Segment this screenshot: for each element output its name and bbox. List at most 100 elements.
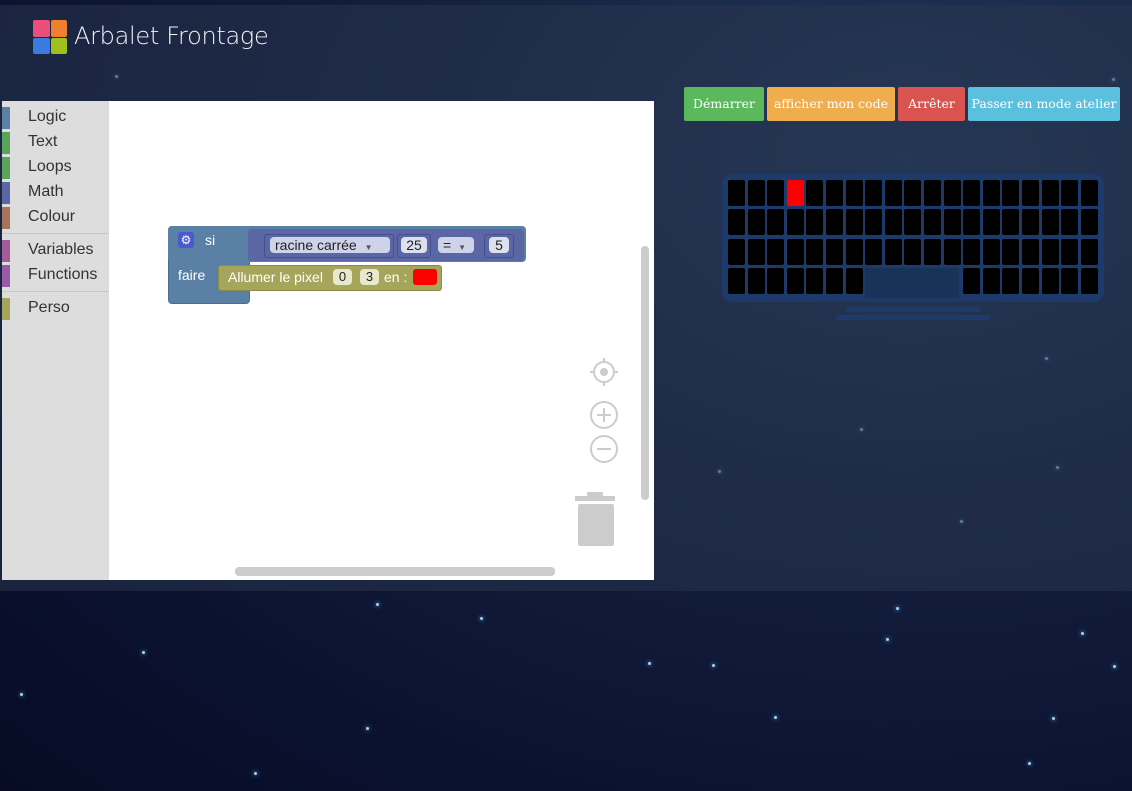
zoom-out-icon[interactable] <box>589 434 619 464</box>
number-field-25[interactable]: 25 <box>401 237 427 253</box>
category-label: Logic <box>28 108 67 125</box>
facade-entrance <box>865 268 959 298</box>
facade-pixel <box>884 238 902 265</box>
stop-button[interactable]: Arrêter <box>898 87 965 121</box>
category-label: Loops <box>28 158 72 175</box>
facade-pixel <box>982 267 1000 294</box>
facade-pixel <box>845 209 863 236</box>
facade-pixel <box>826 267 843 294</box>
operator-dropdown[interactable]: = ▼ <box>438 237 474 253</box>
facade-pixel <box>943 209 961 236</box>
facade-pixel <box>1002 209 1020 236</box>
category-label: Variables <box>28 241 94 258</box>
facade-pixel <box>767 209 785 236</box>
facade-pixel <box>865 238 883 265</box>
facade-pixel <box>943 180 961 206</box>
toolbox-separator <box>2 291 109 292</box>
facade-pixel <box>786 180 804 206</box>
category-label: Math <box>28 183 64 200</box>
facade-pixel <box>728 209 745 236</box>
facade-pixel <box>786 238 804 265</box>
start-button[interactable]: Démarrer <box>684 87 764 121</box>
facade-pixel <box>1080 209 1098 236</box>
facade-pixel <box>826 180 843 206</box>
pixel-y-field[interactable]: 3 <box>360 269 379 285</box>
facade-pixel <box>1022 267 1039 294</box>
category-color-bar <box>2 107 10 129</box>
toolbox-separator <box>2 233 109 234</box>
trash-icon[interactable] <box>575 492 615 547</box>
facade-pixel <box>1002 238 1020 265</box>
facade-pixel <box>1080 267 1098 294</box>
facade-pixel <box>1061 267 1079 294</box>
category-color-bar <box>2 265 10 287</box>
toolbox-category-colour[interactable]: Colour <box>2 204 109 229</box>
function-dropdown[interactable]: racine carrée ▼ <box>270 237 390 253</box>
horizontal-scrollbar[interactable] <box>235 567 555 576</box>
blockly-workspace[interactable]: Logic Text Loops Math Colour Variables F… <box>2 101 654 580</box>
if-label: si <box>205 232 216 248</box>
gear-icon[interactable]: ⚙ <box>178 232 194 248</box>
facade-pixel <box>1080 180 1098 206</box>
facade-pixel <box>1041 267 1059 294</box>
facade-pixel <box>904 209 922 236</box>
toolbox: Logic Text Loops Math Colour Variables F… <box>2 101 109 580</box>
toolbox-category-text[interactable]: Text <box>2 129 109 154</box>
category-label: Functions <box>28 266 98 283</box>
toolbox-category-loops[interactable]: Loops <box>2 154 109 179</box>
facade-pixel <box>865 180 883 206</box>
facade-pixel <box>747 209 765 236</box>
facade-pixel <box>1002 267 1020 294</box>
facade-pixel <box>747 238 765 265</box>
category-color-bar <box>2 298 10 320</box>
simulator-base <box>836 315 991 320</box>
facade-pixel <box>943 238 961 265</box>
facade-pixel <box>826 209 843 236</box>
facade-pixel <box>865 209 883 236</box>
simulator-base <box>846 307 981 312</box>
function-dropdown-value: racine carrée <box>275 237 357 253</box>
vertical-scrollbar[interactable] <box>641 246 649 500</box>
facade-pixel <box>924 209 941 236</box>
facade-pixel <box>1022 180 1039 206</box>
facade-pixel <box>1061 209 1079 236</box>
category-color-bar <box>2 132 10 154</box>
toolbox-category-variables[interactable]: Variables <box>2 237 109 262</box>
facade-pixel <box>786 267 804 294</box>
facade-pixel <box>747 267 765 294</box>
facade-pixel <box>767 180 785 206</box>
facade-pixel <box>728 267 745 294</box>
operator-value: = <box>443 237 452 253</box>
toolbox-category-logic[interactable]: Logic <box>2 104 109 129</box>
recenter-icon[interactable] <box>589 357 619 387</box>
toolbox-category-perso[interactable]: Perso <box>2 295 109 320</box>
facade-pixel <box>924 238 941 265</box>
number-field-5[interactable]: 5 <box>489 237 509 253</box>
zoom-in-icon[interactable] <box>589 400 619 430</box>
facade-pixel <box>845 267 863 294</box>
pixel-color-label: en : <box>384 269 408 285</box>
app-title: Arbalet Frontage <box>74 22 269 50</box>
toolbox-category-math[interactable]: Math <box>2 179 109 204</box>
facade-pixel <box>806 209 824 236</box>
facade-pixel <box>806 238 824 265</box>
workshop-mode-button[interactable]: Passer en mode atelier <box>968 87 1120 121</box>
toolbox-category-functions[interactable]: Functions <box>2 262 109 287</box>
do-label: faire <box>178 267 206 283</box>
facade-pixel <box>806 267 824 294</box>
facade-pixel <box>982 209 1000 236</box>
facade-pixel <box>845 238 863 265</box>
pixel-color-picker[interactable] <box>413 269 437 285</box>
category-color-bar <box>2 207 10 229</box>
facade-pixel <box>982 180 1000 206</box>
facade-pixel <box>884 180 902 206</box>
category-label: Text <box>28 133 58 150</box>
show-code-button[interactable]: afficher mon code <box>767 87 895 121</box>
facade-pixel <box>826 238 843 265</box>
facade-pixel <box>1022 209 1039 236</box>
pixel-x-field[interactable]: 0 <box>333 269 352 285</box>
dropdown-arrow-icon: ▼ <box>458 243 466 252</box>
facade-pixel <box>1022 238 1039 265</box>
workspace-canvas[interactable] <box>109 101 654 580</box>
facade-pixel <box>728 180 745 206</box>
